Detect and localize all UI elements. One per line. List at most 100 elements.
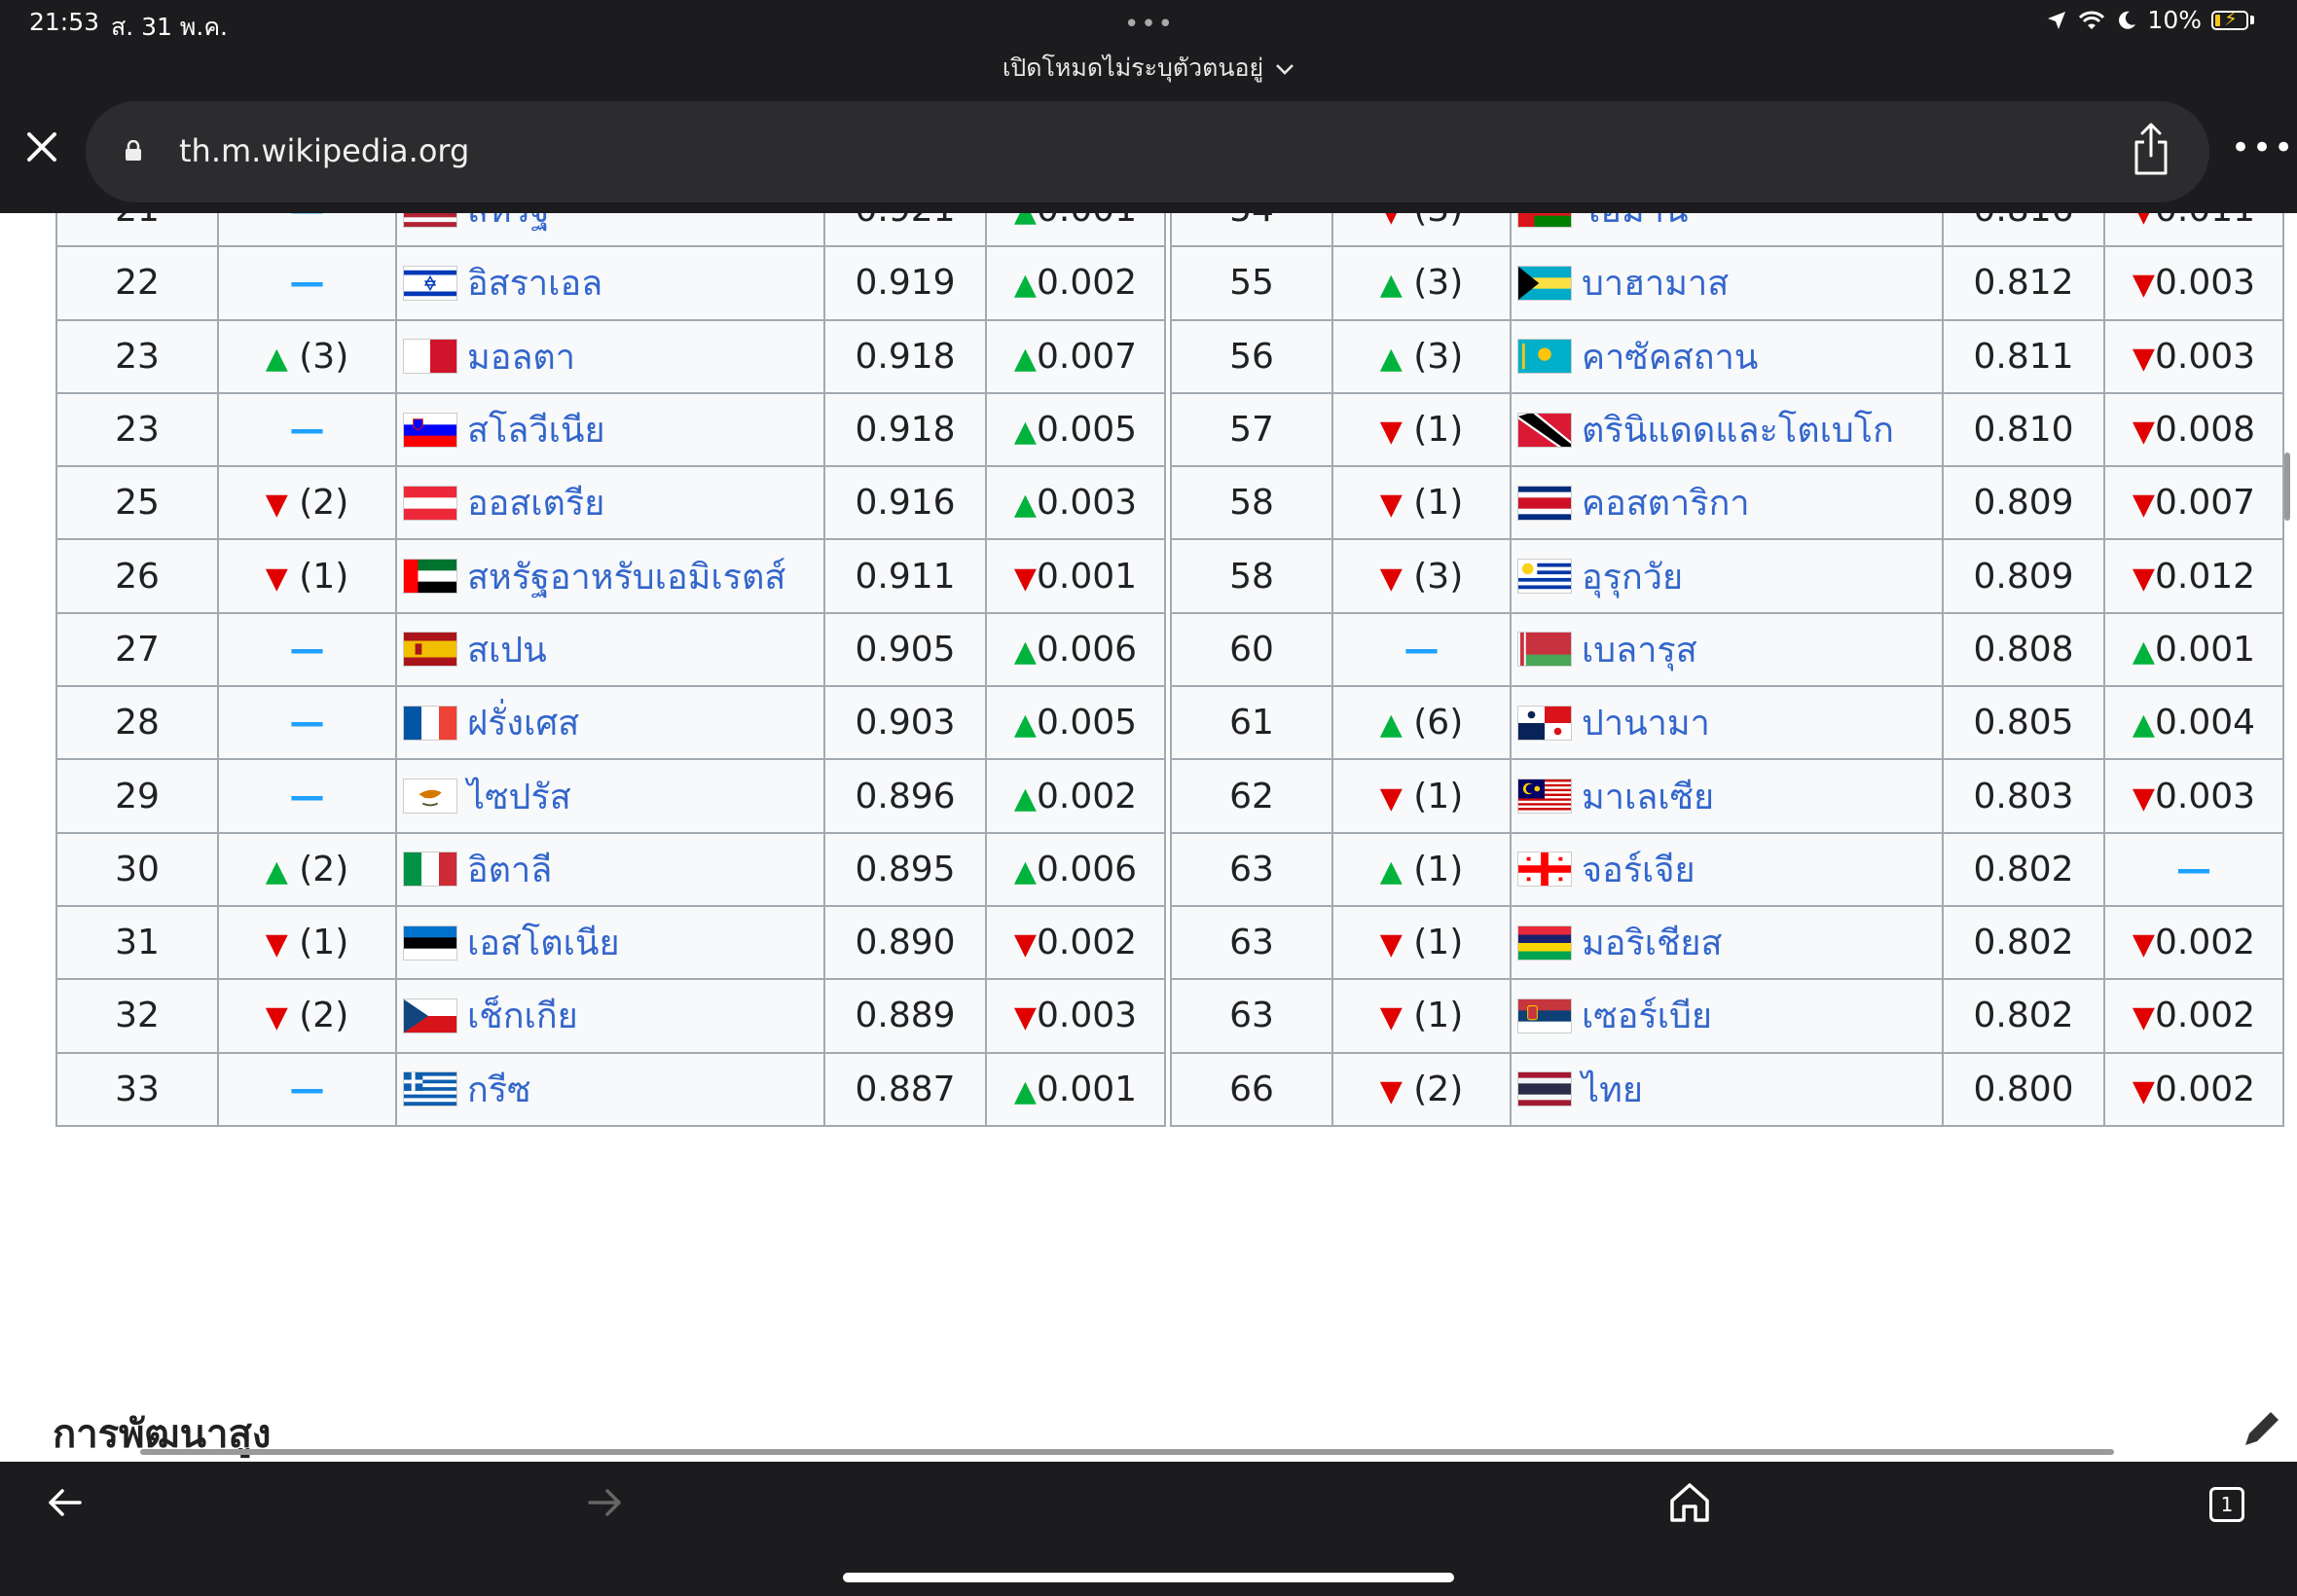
country-link[interactable]: ปานามา — [1582, 704, 1710, 744]
country-link[interactable]: จอร์เจีย — [1582, 851, 1695, 890]
location-arrow-icon — [2048, 11, 2066, 29]
rank-value: 23 — [115, 336, 160, 377]
country-link[interactable]: อิตาลี — [467, 851, 552, 890]
tabs-button[interactable]: 1 — [2209, 1487, 2244, 1522]
flag-kazakhstan-icon — [1517, 339, 1572, 375]
hdi-value-cell: 0.921 — [823, 213, 987, 248]
forward-arrow-icon[interactable] — [582, 1479, 629, 1526]
country-link[interactable]: มอริเชียส — [1582, 924, 1723, 963]
rank-down-arrow-icon: ▼ — [1379, 1073, 1403, 1108]
close-tab-icon[interactable] — [25, 130, 58, 163]
private-mode-indicator[interactable]: เปิดโหมดไม่ระบุตัวตนอยู่ — [0, 49, 2297, 88]
multitasking-dots-icon[interactable]: ••• — [1124, 10, 1175, 39]
country-link[interactable]: ไทย — [1582, 1070, 1643, 1110]
country-link[interactable]: กรีซ — [467, 1070, 531, 1110]
address-bar[interactable]: th.m.wikipedia.org — [86, 101, 2209, 202]
rank-cell: 55 — [1170, 245, 1333, 321]
rank-change-value: (3) — [1413, 336, 1464, 377]
home-indicator[interactable] — [843, 1573, 1454, 1582]
hdi-change-cell: ▲0.002 — [985, 758, 1166, 834]
country-link[interactable]: ตรินิแดดและโตเบโก — [1582, 411, 1894, 451]
flag-mauritius-icon — [1517, 925, 1572, 961]
country-cell: มอริเชียส — [1510, 904, 1944, 981]
hdi-up-arrow-icon: ▲ — [1013, 853, 1037, 889]
hdi-change-cell: ▼0.003 — [2103, 318, 2284, 394]
rank-change-cell: — — [217, 391, 397, 468]
rank-change-value: (3) — [1413, 556, 1464, 597]
rank-value: 28 — [115, 703, 160, 744]
country-link[interactable]: มาเลเซีย — [1582, 778, 1714, 817]
hdi-change-cell: ▼0.011 — [2103, 213, 2284, 248]
rank-up-arrow-icon: ▲ — [1379, 341, 1403, 376]
rank-value: 30 — [115, 849, 160, 889]
country-link[interactable]: สเปน — [467, 631, 547, 671]
country-link[interactable]: อิสราเอล — [467, 264, 602, 304]
rank-up-arrow-icon: ▲ — [265, 341, 288, 376]
status-time: 21:53 — [29, 8, 100, 36]
country-link[interactable]: มอลตา — [467, 338, 575, 378]
rank-cell: 29 — [55, 758, 219, 834]
rank-value: 62 — [1229, 776, 1274, 816]
rank-change-cell: — — [217, 1051, 397, 1127]
lock-icon — [126, 140, 141, 161]
rank-change-value: (3) — [1413, 213, 1463, 230]
rank-cell: 57 — [1170, 391, 1333, 468]
rank-cell: 30 — [55, 831, 219, 907]
hdi-value: 0.803 — [1973, 776, 2074, 816]
rank-change-cell: ▼ (1) — [1331, 904, 1512, 981]
rank-change-value: (2) — [299, 849, 349, 889]
country-link[interactable]: เซอร์เบีย — [1582, 997, 1712, 1036]
table-row: 21 — สหรัฐ 0.921 ▲0.001 54 ▼ (3) โอมาน 0… — [55, 213, 2284, 248]
more-options-icon[interactable]: ••• — [2231, 128, 2295, 167]
rank-up-arrow-icon: ▲ — [265, 853, 288, 889]
rank-value: 63 — [1229, 849, 1274, 889]
country-link[interactable]: สหรัฐ — [467, 213, 550, 231]
rank-change-value: (1) — [1413, 849, 1464, 889]
country-link[interactable]: บาฮามาส — [1582, 264, 1729, 304]
share-icon[interactable] — [2132, 121, 2170, 177]
country-link[interactable]: สหรัฐอาหรับเอมิเรตส์ — [467, 558, 785, 598]
hdi-value-cell: 0.811 — [1942, 318, 2105, 394]
flag-greece-icon — [403, 1071, 457, 1107]
country-link[interactable]: ไซปรัส — [467, 778, 571, 817]
edit-pencil-icon[interactable] — [2242, 1406, 2284, 1449]
hdi-ranking-table: 21 — สหรัฐ 0.921 ▲0.001 54 ▼ (3) โอมาน 0… — [55, 213, 2284, 1127]
country-cell: สโลวีเนีย — [395, 391, 825, 468]
back-arrow-icon[interactable] — [41, 1479, 88, 1526]
flag-uae-icon — [403, 559, 457, 595]
tab-count: 1 — [2220, 1493, 2234, 1516]
rank-down-arrow-icon: ▼ — [1379, 488, 1403, 523]
flag-costarica-icon — [1517, 485, 1572, 521]
hdi-value-cell: 0.802 — [1942, 978, 2105, 1054]
country-link[interactable]: คอสตาริกา — [1582, 484, 1750, 524]
no-change-indicator: — — [1404, 629, 1440, 670]
country-link[interactable]: อุรุกวัย — [1582, 558, 1683, 598]
country-link[interactable]: ออสเตรีย — [467, 484, 604, 524]
flag-uruguay-icon — [1517, 559, 1572, 595]
vertical-scrollbar[interactable] — [2284, 453, 2290, 521]
hdi-change-value: 0.001 — [2155, 629, 2256, 670]
country-link[interactable]: เบลารุส — [1582, 631, 1697, 671]
hdi-up-arrow-icon: ▲ — [1013, 634, 1037, 669]
country-link[interactable]: ฝรั่งเศส — [467, 704, 579, 744]
table-row: 25 ▼ (2) ออสเตรีย 0.916 ▲0.003 58 ▼ (1) … — [55, 465, 2284, 541]
rank-down-arrow-icon: ▼ — [1379, 561, 1403, 596]
country-link[interactable]: เอสโตเนีย — [467, 924, 620, 963]
country-link[interactable]: โอมาน — [1582, 213, 1689, 231]
country-cell: เอสโตเนีย — [395, 904, 825, 981]
horizontal-scrollbar[interactable] — [140, 1449, 2114, 1455]
country-link[interactable]: สโลวีเนีย — [467, 411, 605, 451]
rank-down-arrow-icon: ▼ — [1379, 415, 1403, 450]
home-icon[interactable] — [1666, 1479, 1713, 1526]
rank-change-value: (2) — [1413, 1069, 1464, 1109]
rank-value: 58 — [1229, 556, 1274, 597]
hdi-value: 0.918 — [855, 410, 956, 451]
country-cell: เบลารุส — [1510, 611, 1944, 688]
battery-charging-icon: ⚡ — [2211, 7, 2248, 30]
country-link[interactable]: คาซัคสถาน — [1582, 338, 1758, 378]
hdi-value: 0.918 — [855, 336, 956, 377]
country-link[interactable]: เช็กเกีย — [467, 997, 578, 1036]
hdi-change-value: 0.004 — [2155, 703, 2256, 744]
rank-value: 57 — [1229, 410, 1274, 451]
rank-value: 60 — [1229, 629, 1274, 670]
